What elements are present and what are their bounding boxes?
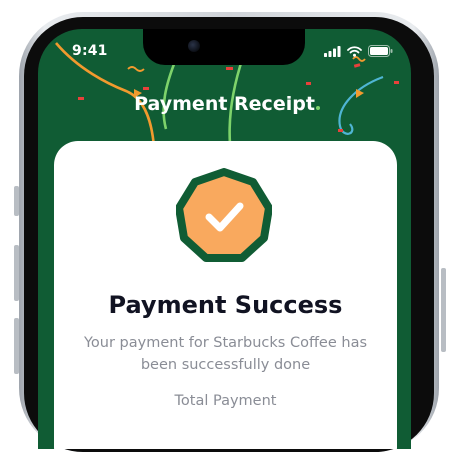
- front-camera: [188, 40, 200, 52]
- status-time: 9:41: [72, 43, 108, 59]
- battery-icon: [368, 45, 393, 57]
- receipt-card: Payment Success Your payment for Starbuc…: [54, 141, 397, 449]
- success-description: Your payment for Starbucks Coffee has be…: [83, 335, 368, 373]
- check-icon: [176, 168, 272, 262]
- success-title: Payment Success: [108, 291, 343, 319]
- total-payment-label: Total Payment: [174, 393, 277, 409]
- volume-up-button: [14, 245, 19, 301]
- status-icons: [324, 45, 393, 57]
- app-screen: 9:41 Payment Receipt Payment Success You…: [38, 29, 411, 449]
- mute-switch: [14, 186, 19, 216]
- wifi-icon: [347, 45, 362, 57]
- power-button: [441, 268, 446, 352]
- volume-down-button: [14, 318, 19, 374]
- signal-icon: [324, 45, 341, 57]
- page-title: Payment Receipt: [134, 93, 315, 115]
- notch: [143, 29, 305, 65]
